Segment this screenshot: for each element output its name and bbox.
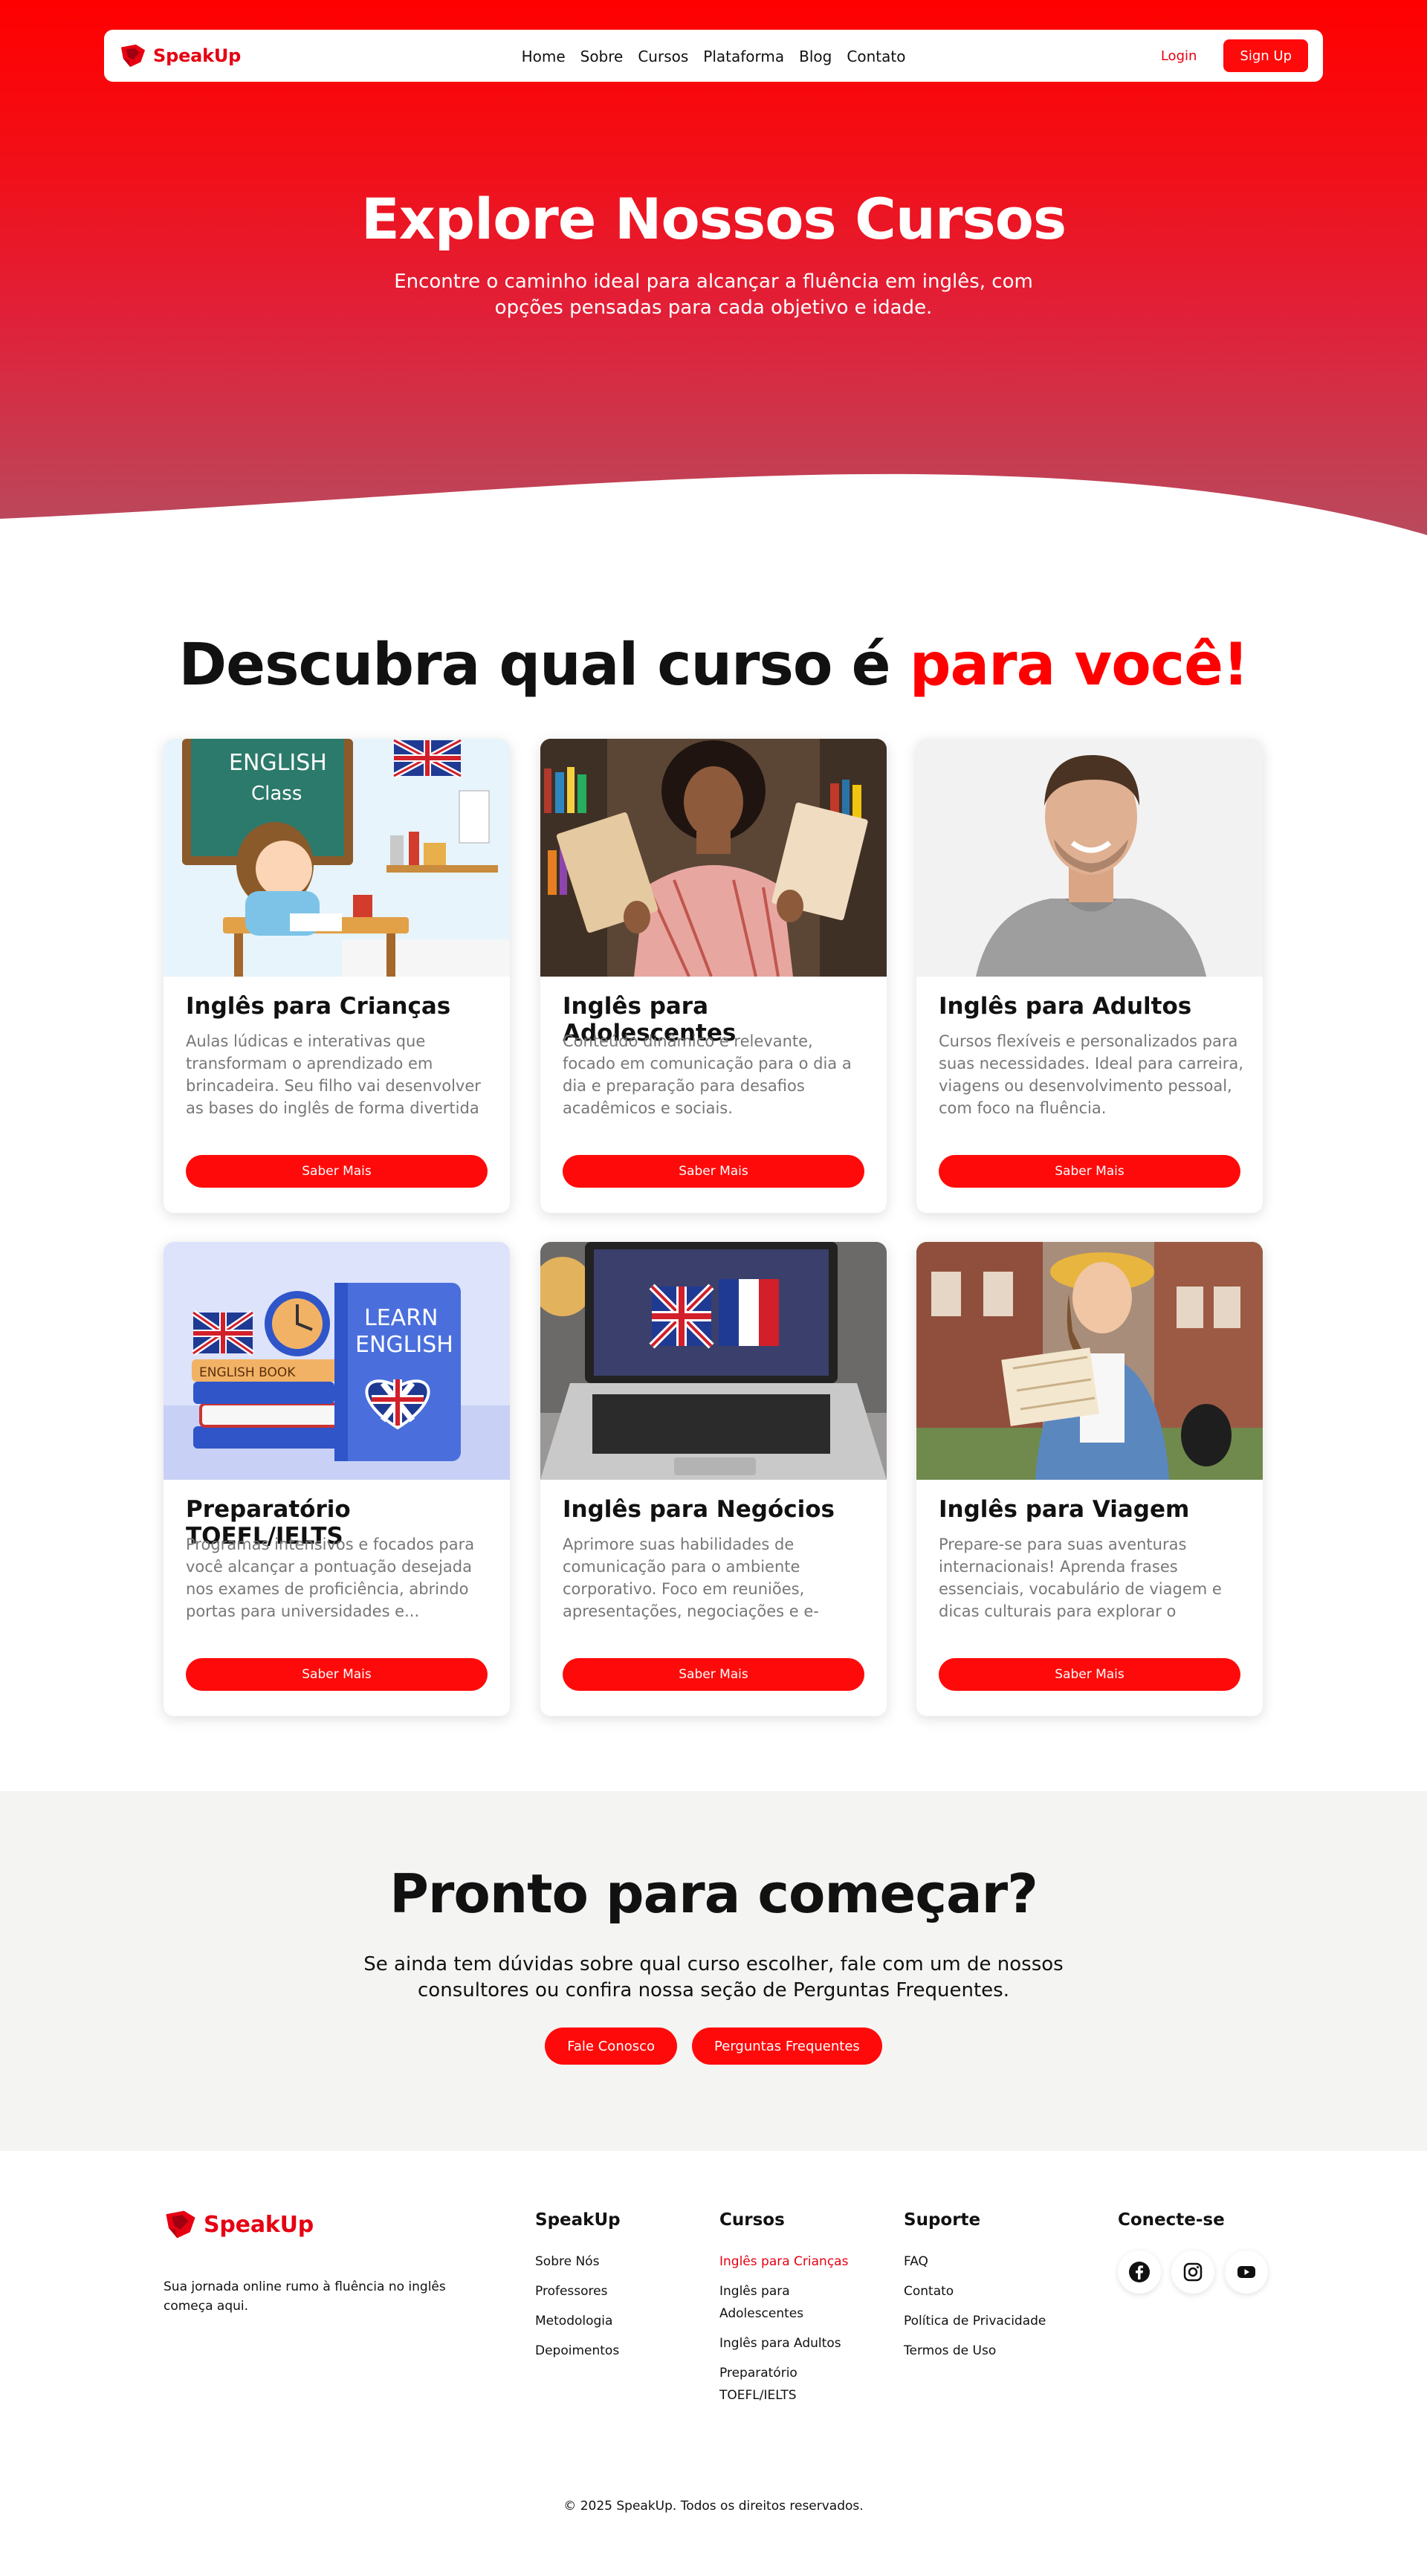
nav-actions: Login Sign Up (1161, 39, 1308, 72)
nav-link-cursos[interactable]: Cursos (638, 48, 688, 65)
course-image-adolescentes (540, 739, 887, 977)
course-title: Inglês para Negócios (563, 1496, 835, 1523)
course-description: Prepare-se para suas aventuras internaci… (939, 1535, 1222, 1620)
footer-column-cursos: Cursos Inglês para Crianças Inglês para … (719, 2210, 868, 2414)
footer-tagline: Sua jornada online rumo à fluência no in… (164, 2279, 446, 2314)
course-card-adolescentes: Inglês para Adolescentes Conteúdo dinâmi… (540, 739, 887, 1213)
footer: SpeakUp Sua jornada online rumo à fluênc… (0, 2151, 1427, 2576)
footer-brand-logo[interactable]: SpeakUp (164, 2209, 314, 2240)
cta-section: Pronto para começar? Se ainda tem dúvida… (0, 1791, 1427, 2151)
course-description: Cursos flexíveis e personalizados para s… (939, 1032, 1243, 1117)
hero-title: Explore Nossos Cursos (360, 186, 1067, 252)
course-description: Conteúdo dinâmico e relevante, focado em… (563, 1032, 852, 1117)
nav-links: Home Sobre Cursos Plataforma Blog Contat… (522, 48, 906, 65)
hero-subtitle: Encontre o caminho ideal para alcançar a… (394, 271, 1033, 319)
login-link[interactable]: Login (1161, 48, 1197, 64)
course-image-viagem (916, 1242, 1263, 1480)
nav-link-plataforma[interactable]: Plataforma (703, 48, 784, 65)
course-description: Programas intensivos e focados para você… (186, 1535, 475, 1620)
speakup-logo-icon (166, 2210, 195, 2239)
brand-name: SpeakUp (153, 45, 242, 66)
social-icons (1118, 2250, 1281, 2294)
course-image-negocios (540, 1242, 887, 1480)
footer-brand-name: SpeakUp (204, 2211, 314, 2238)
svg-text:ENGLISH BOOK: ENGLISH BOOK (199, 1365, 296, 1380)
course-card-criancas: ENGLISH Class Inglês para Crianças Aulas… (164, 739, 510, 1213)
footer-link-privacidade[interactable]: Política de Privacidade (904, 2310, 1052, 2332)
perguntas-frequentes-button[interactable]: Perguntas Frequentes (692, 2028, 882, 2065)
course-description: Aprimore suas habilidades de comunicação… (563, 1535, 819, 1620)
footer-social-title: Conecte-se (1118, 2210, 1225, 2230)
svg-text:ENGLISH: ENGLISH (355, 1332, 453, 1358)
courses-section-title: Descubra qual curso é para você! (0, 632, 1427, 699)
signup-button[interactable]: Sign Up (1223, 39, 1308, 72)
svg-text:LEARN: LEARN (364, 1305, 438, 1331)
nav-link-contato[interactable]: Contato (847, 48, 905, 65)
footer-link-adultos[interactable]: Inglês para Adultos (719, 2332, 868, 2355)
navbar: SpeakUp Home Sobre Cursos Plataforma Blo… (104, 30, 1323, 82)
svg-text:ENGLISH: ENGLISH (229, 750, 327, 776)
course-card-viagem: Inglês para Viagem Prepare-se para suas … (916, 1242, 1263, 1716)
facebook-icon[interactable] (1118, 2250, 1161, 2294)
courses-title-accent: para você! (909, 632, 1249, 699)
saber-mais-button[interactable]: Saber Mais (186, 1658, 488, 1691)
footer-column-speakup: SpeakUp Sobre Nós Professores Metodologi… (535, 2210, 684, 2369)
saber-mais-button[interactable]: Saber Mais (939, 1658, 1240, 1691)
footer-column-suporte: Suporte FAQ Contato Política de Privacid… (904, 2210, 1052, 2369)
course-title: Inglês para Adultos (939, 993, 1192, 1020)
course-image-adultos (916, 739, 1263, 977)
course-title: Inglês para Crianças (186, 993, 451, 1020)
saber-mais-button[interactable]: Saber Mais (563, 1658, 864, 1691)
footer-link-depoimentos[interactable]: Depoimentos (535, 2340, 684, 2362)
courses-section: Descubra qual curso é para você! ENGLISH… (0, 535, 1427, 1791)
cta-text: Se ainda tem dúvidas sobre qual curso es… (363, 1953, 1064, 2001)
course-image-criancas: ENGLISH Class (164, 739, 510, 977)
course-card-adultos: Inglês para Adultos Cursos flexíveis e p… (916, 739, 1263, 1213)
footer-column-title: SpeakUp (535, 2210, 621, 2230)
footer-link-metodologia[interactable]: Metodologia (535, 2310, 684, 2332)
nav-link-blog[interactable]: Blog (799, 48, 832, 65)
youtube-icon[interactable] (1225, 2250, 1268, 2294)
nav-link-sobre[interactable]: Sobre (580, 48, 624, 65)
footer-column-title: Cursos (719, 2210, 785, 2230)
saber-mais-button[interactable]: Saber Mais (563, 1155, 864, 1188)
footer-link-professores[interactable]: Professores (535, 2280, 684, 2302)
instagram-icon[interactable] (1171, 2250, 1214, 2294)
svg-text:Class: Class (251, 783, 302, 805)
cta-buttons: Fale Conosco Perguntas Frequentes (0, 2028, 1427, 2065)
footer-link-adolescentes[interactable]: Inglês para Adolescentes (719, 2280, 868, 2325)
cta-title: Pronto para começar? (389, 1863, 1038, 1925)
speakup-logo-icon (120, 44, 146, 68)
fale-conosco-button[interactable]: Fale Conosco (545, 2028, 678, 2065)
saber-mais-button[interactable]: Saber Mais (939, 1155, 1240, 1188)
course-card-negocios: Inglês para Negócios Aprimore suas habil… (540, 1242, 887, 1716)
brand-logo[interactable]: SpeakUp (119, 43, 241, 68)
footer-column-social: Conecte-se (1118, 2210, 1281, 2294)
courses-title-main: Descubra qual curso é (178, 632, 910, 699)
course-card-toefl: ENGLISH BOOK LEARN ENGLISH Preparatório … (164, 1242, 510, 1716)
footer-link-toefl[interactable]: Preparatório TOEFL/IELTS (719, 2362, 868, 2407)
footer-link-contato[interactable]: Contato (904, 2280, 1052, 2302)
course-image-toefl: ENGLISH BOOK LEARN ENGLISH (164, 1242, 510, 1480)
copyright: © 2025 SpeakUp. Todos os direitos reserv… (563, 2499, 864, 2514)
footer-link-termos[interactable]: Termos de Uso (904, 2340, 1052, 2362)
footer-column-title: Suporte (904, 2210, 981, 2230)
footer-link-faq[interactable]: FAQ (904, 2250, 1052, 2273)
footer-link-sobre-nos[interactable]: Sobre Nós (535, 2250, 684, 2273)
nav-link-home[interactable]: Home (522, 48, 566, 65)
saber-mais-button[interactable]: Saber Mais (186, 1155, 488, 1188)
course-description: Aulas lúdicas e interativas que transfor… (186, 1032, 481, 1117)
footer-link-criancas[interactable]: Inglês para Crianças (719, 2250, 868, 2273)
course-title: Inglês para Viagem (939, 1496, 1190, 1523)
hero-section: SpeakUp Home Sobre Cursos Plataforma Blo… (0, 0, 1427, 535)
hero-wave-divider (0, 473, 1427, 535)
